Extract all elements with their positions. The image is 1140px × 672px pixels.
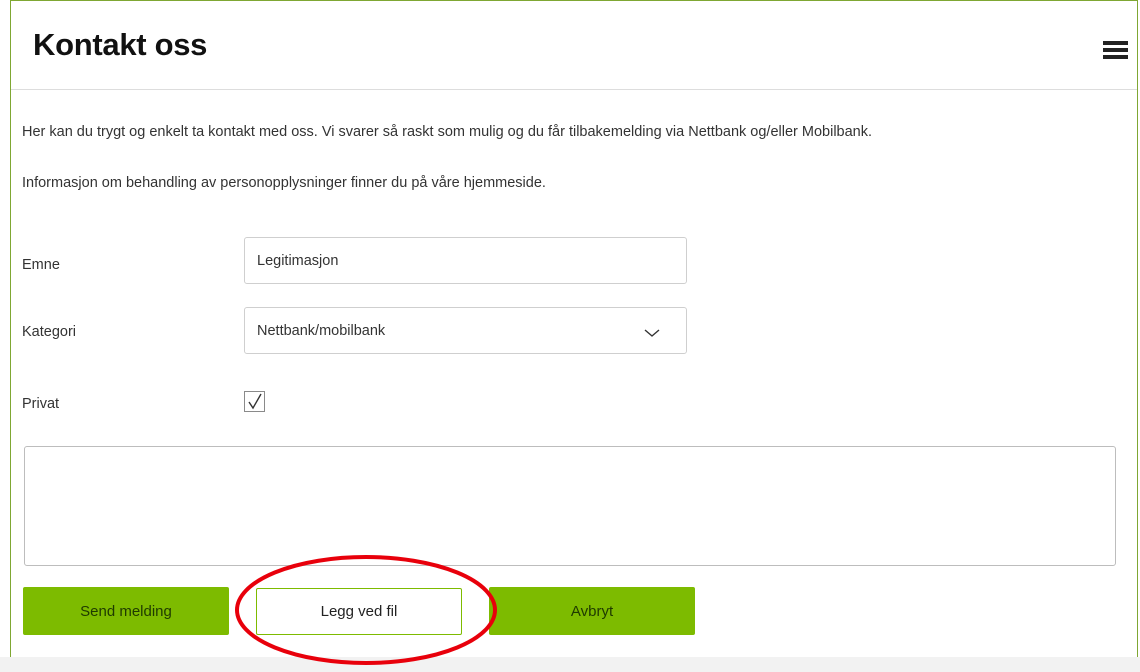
subject-label: Emne xyxy=(22,257,60,273)
attach-file-button[interactable]: Legg ved fil xyxy=(256,588,462,635)
checkmark-icon xyxy=(248,393,262,410)
category-select[interactable]: Nettbank/mobilbank xyxy=(244,307,687,354)
privacy-info-text: Informasjon om behandling av personopply… xyxy=(22,175,546,191)
category-selected-value: Nettbank/mobilbank xyxy=(257,323,386,339)
message-textarea[interactable] xyxy=(24,446,1116,566)
category-label: Kategori xyxy=(22,324,77,340)
hamburger-menu-icon[interactable] xyxy=(1103,41,1128,61)
panel-header: Kontakt oss xyxy=(11,1,1137,90)
cancel-button[interactable]: Avbryt xyxy=(489,587,695,635)
footer-strip xyxy=(0,657,1140,672)
private-checkbox[interactable] xyxy=(244,391,265,412)
subject-input[interactable] xyxy=(244,237,687,284)
chevron-down-icon xyxy=(644,329,660,337)
intro-text: Her kan du trygt og enkelt ta kontakt me… xyxy=(22,124,873,140)
send-message-button[interactable]: Send melding xyxy=(23,587,229,635)
private-label: Privat xyxy=(22,396,60,412)
page-title: Kontakt oss xyxy=(33,27,208,62)
